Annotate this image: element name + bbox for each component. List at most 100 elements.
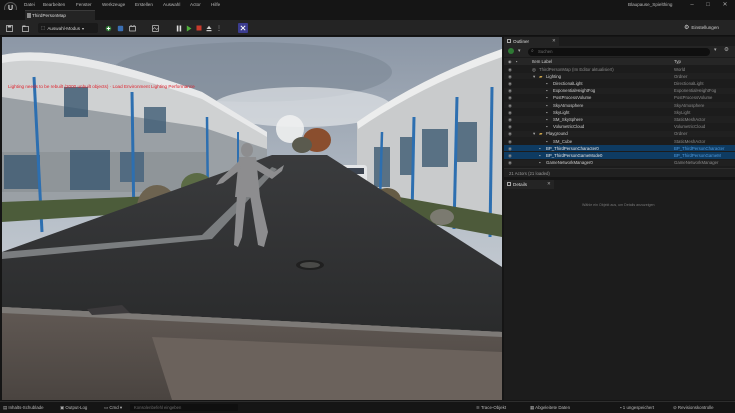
save-icon[interactable] — [4, 23, 14, 33]
play-icon[interactable] — [185, 23, 193, 33]
menu-fenster[interactable]: Fenster — [76, 2, 92, 7]
lighting-warning: Lighting needs to be rebuilt (2000 unbui… — [8, 84, 195, 89]
minimize-icon[interactable]: – — [684, 0, 700, 9]
actor-icon: ▪ — [546, 138, 548, 144]
trace-icon: ≋ — [476, 405, 480, 410]
world-icon: ◎ — [532, 66, 536, 72]
revision-control-button[interactable]: ⊘ Revisionskontrolle — [673, 405, 714, 411]
tab-outliner[interactable]: Outliner ✕ — [504, 37, 559, 46]
tab-details[interactable]: Details ✕ — [504, 180, 554, 189]
quickadd-icon[interactable] — [104, 23, 113, 33]
outliner-row[interactable]: ◉ ▪ ExponentialHeightFog ExponentialHeightF… — [504, 87, 735, 94]
menu-hilfe[interactable]: Hilfe — [211, 2, 220, 7]
visibility-eye-icon[interactable]: ◉ — [508, 139, 512, 145]
visibility-eye-icon[interactable]: ◉ — [508, 95, 512, 101]
outliner-row-type: VolumetricCloud — [674, 124, 706, 130]
menu-datei[interactable]: Datei — [24, 2, 35, 7]
outliner-row[interactable]: ◉ ▪ SkyAtmosphere SkyAtmosphere — [504, 102, 735, 109]
drawer-icon: ▤ — [3, 405, 8, 410]
visibility-eye-icon[interactable]: ◉ — [508, 88, 512, 94]
outliner-row[interactable]: ◉ ▪ SM_Cube StaticMeshActor — [504, 138, 735, 144]
content-browser-icon[interactable] — [20, 23, 30, 33]
outliner-row[interactable]: ◉ ▾ ▰ Lighting Ordner — [504, 73, 735, 80]
cmd-dropdown[interactable]: ▭ Cmd ▾ — [104, 405, 122, 411]
menu-erstellen[interactable]: Erstellen — [135, 2, 153, 7]
visibility-eye-icon[interactable]: ◉ — [508, 110, 512, 116]
outliner-row-label: Playground — [546, 131, 568, 137]
outliner-row[interactable]: ◉ ▪ VolumetricCloud VolumetricCloud — [504, 124, 735, 130]
search-input[interactable]: ⌕ Suchen — [528, 47, 710, 56]
outliner-row[interactable]: ◉ ▾ ▰ Playground Ordner — [504, 130, 735, 138]
expand-chevron-icon[interactable]: ▾ — [533, 131, 535, 137]
database-icon: ▦ — [530, 405, 535, 410]
close-tab-icon[interactable]: ✕ — [547, 181, 551, 187]
more-options-icon[interactable]: ⋮ — [215, 23, 223, 33]
platforms-icon[interactable] — [238, 23, 248, 33]
menu-auswahl[interactable]: Auswahl — [163, 2, 180, 7]
lock-icon[interactable]: ▪ — [516, 59, 518, 64]
cinematics-icon[interactable] — [128, 23, 137, 33]
filter-options-icon[interactable]: ▾ — [714, 47, 717, 53]
menu-bar: U Datei Bearbeiten Fenster Werkzeuge Ers… — [0, 0, 735, 15]
column-type[interactable]: Typ — [674, 59, 681, 64]
eject-icon[interactable] — [205, 23, 213, 33]
column-item-label[interactable]: Item Label — [532, 59, 552, 64]
outliner-row[interactable]: ◉ ▪ SkyLight SkyLight — [504, 109, 735, 115]
eye-icon[interactable]: ◉ — [508, 59, 512, 64]
blueprint-icon[interactable] — [116, 23, 125, 33]
menu-werkzeuge[interactable]: Werkzeuge — [102, 2, 125, 7]
content-drawer-button[interactable]: ▤ Inhalts-Schublade — [3, 405, 44, 411]
outliner-row[interactable]: ◉ ▪ BP_ThirdPersonCharacter0 BP_ThirdPerson… — [504, 145, 735, 152]
outliner-row-label: PostProcessVolume — [553, 95, 592, 101]
visibility-eye-icon[interactable]: ◉ — [508, 117, 512, 123]
outliner-row-label: Lighting — [546, 73, 562, 79]
tab-thirdpersonmap[interactable]: ThirdPersonMap — [25, 10, 95, 20]
outliner-row[interactable]: ◉ ▪ DirectionalLight DirectionalLight — [504, 80, 735, 86]
visibility-eye-icon[interactable]: ◉ — [508, 67, 512, 73]
unsaved-button[interactable]: ▪ 1 ungespeichert — [620, 405, 654, 410]
log-icon: ▣ — [60, 405, 65, 410]
settings-button[interactable]: ⚙ Einstellungen — [684, 24, 719, 31]
outliner-row-type: BP_ThirdPersonCharacter — [674, 145, 725, 151]
pause-icon[interactable] — [175, 23, 183, 33]
mode-label: Auswahl-Modus — [47, 25, 81, 31]
outliner-toolbar: ▾ ⌕ Suchen ▾ ⚙ — [504, 46, 735, 57]
level-settings-icon[interactable] — [151, 23, 160, 33]
outliner-row-label: BP_ThirdPersonCharacter0 — [546, 145, 599, 151]
outliner-row[interactable]: ◉ ▪ SM_SkySphere StaticMeshActor — [504, 116, 735, 123]
mode-dropdown[interactable]: ⬚ Auswahl-Modus ▾ — [38, 23, 98, 33]
outliner-row[interactable]: ◉ ▪ BP_ThirdPersonGameMode0 BP_ThirdPersonG… — [504, 152, 735, 159]
outliner-row[interactable]: ◉ ◎ ThirdPersonMap (Im Editor aktualisiert… — [504, 66, 735, 72]
main-toolbar: ⬚ Auswahl-Modus ▾ ⋮ ⚙ Einstellungen — [0, 20, 735, 36]
maximize-icon[interactable]: □ — [700, 0, 716, 9]
expand-chevron-icon[interactable]: ▾ — [533, 74, 535, 80]
visibility-eye-icon[interactable]: ◉ — [508, 103, 512, 109]
outliner-row[interactable]: ◉ ▪ PostProcessVolume PostProcessVolume — [504, 95, 735, 101]
menu-actor[interactable]: Actor — [190, 2, 201, 7]
outliner-row[interactable]: ◉ ▪ GameNetworkManager0 GameNetworkManager — [504, 159, 735, 166]
stop-icon[interactable] — [195, 23, 203, 33]
derived-data-button[interactable]: ▦ Abgeleitete Daten — [530, 405, 570, 411]
outliner-row-type: StaticMeshActor — [674, 138, 706, 144]
outliner-row-type: SkyLight — [674, 109, 691, 115]
menu-bearbeiten[interactable]: Bearbeiten — [43, 2, 65, 7]
visibility-eye-icon[interactable]: ◉ — [508, 74, 512, 80]
gear-icon[interactable]: ⚙ — [724, 47, 729, 53]
trace-button[interactable]: ≋ Trace-Objekt — [476, 405, 506, 411]
visibility-eye-icon[interactable]: ◉ — [508, 81, 512, 87]
visibility-eye-icon[interactable]: ◉ — [508, 131, 512, 137]
visibility-eye-icon[interactable]: ◉ — [508, 160, 512, 166]
visibility-eye-icon[interactable]: ◉ — [508, 124, 512, 130]
visibility-eye-icon[interactable]: ◉ — [508, 153, 512, 159]
add-actor-icon[interactable] — [508, 48, 514, 54]
outliner-row-label: ExponentialHeightFog — [553, 88, 596, 94]
visibility-eye-icon[interactable]: ◉ — [508, 146, 512, 152]
output-log-label: Output-Log — [65, 405, 88, 410]
output-log-button[interactable]: ▣ Output-Log — [60, 405, 87, 411]
close-icon[interactable]: ✕ — [717, 0, 733, 9]
search-icon: ⌕ — [531, 48, 534, 54]
console-input[interactable]: Konsolenbefehl eingeben — [130, 404, 238, 411]
level-viewport[interactable]: Lighting needs to be rebuilt (2000 unbui… — [2, 37, 502, 400]
filter-icon[interactable]: ▾ — [518, 48, 521, 54]
close-tab-icon[interactable]: ✕ — [552, 38, 556, 44]
